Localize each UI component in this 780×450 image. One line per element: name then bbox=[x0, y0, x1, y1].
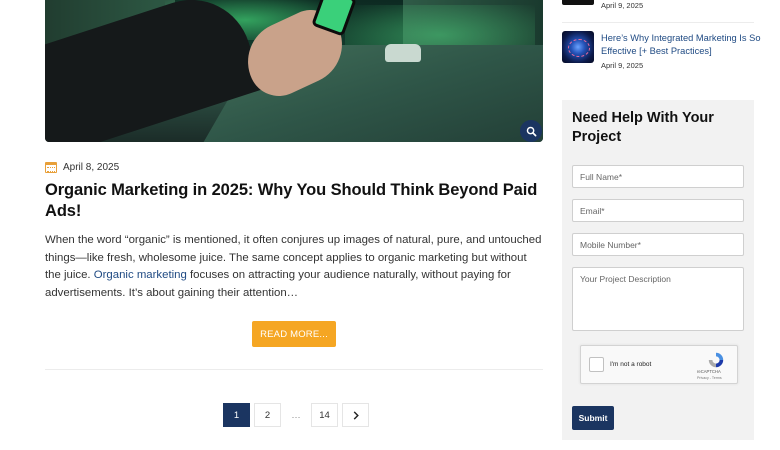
recaptcha-brand: reCAPTCHA bbox=[697, 369, 721, 374]
recent-post-date: April 9, 2025 bbox=[601, 61, 644, 70]
recaptcha-logo-icon bbox=[708, 352, 724, 368]
recent-post-thumbnail[interactable] bbox=[562, 0, 594, 5]
recent-post-title[interactable]: Here’s Why Integrated Marketing Is So Ef… bbox=[601, 32, 761, 57]
page-14-button[interactable]: 14 bbox=[311, 403, 338, 427]
submit-button[interactable]: Submit bbox=[572, 406, 614, 430]
project-description-field[interactable] bbox=[572, 267, 744, 331]
post-date: April 8, 2025 bbox=[45, 162, 119, 173]
mobile-number-field[interactable] bbox=[572, 233, 744, 256]
form-title: Need Help With Your Project bbox=[572, 110, 714, 145]
divider bbox=[562, 22, 754, 23]
pagination: 1 2 … 14 bbox=[223, 403, 369, 427]
recaptcha-terms-link[interactable]: Privacy - Terms bbox=[697, 376, 722, 380]
recaptcha-widget: I'm not a robot reCAPTCHA Privacy - Term… bbox=[580, 345, 738, 384]
chevron-right-icon bbox=[353, 410, 359, 420]
next-page-button[interactable] bbox=[342, 403, 369, 427]
image-car bbox=[385, 44, 421, 62]
calendar-icon bbox=[45, 162, 57, 173]
page-2-button[interactable]: 2 bbox=[254, 403, 281, 427]
recent-post-date: April 9, 2025 bbox=[601, 1, 644, 10]
post-title[interactable]: Organic Marketing in 2025: Why You Shoul… bbox=[45, 180, 543, 222]
page-1-button[interactable]: 1 bbox=[223, 403, 250, 427]
read-more-button[interactable]: READ MORE... bbox=[252, 321, 336, 347]
recent-post-thumbnail[interactable] bbox=[562, 31, 594, 63]
recaptcha-label: I'm not a robot bbox=[610, 361, 652, 368]
pagination-ellipsis: … bbox=[285, 403, 307, 427]
post-excerpt: When the word “organic” is mentioned, it… bbox=[45, 232, 543, 303]
post-date-text: April 8, 2025 bbox=[63, 162, 120, 173]
recaptcha-checkbox[interactable] bbox=[589, 357, 604, 372]
divider bbox=[45, 369, 543, 370]
email-field[interactable] bbox=[572, 199, 744, 222]
post-featured-image[interactable] bbox=[45, 0, 543, 142]
zoom-search-icon[interactable] bbox=[520, 120, 542, 142]
organic-marketing-link[interactable]: Organic marketing bbox=[94, 269, 187, 281]
full-name-field[interactable] bbox=[572, 165, 744, 188]
